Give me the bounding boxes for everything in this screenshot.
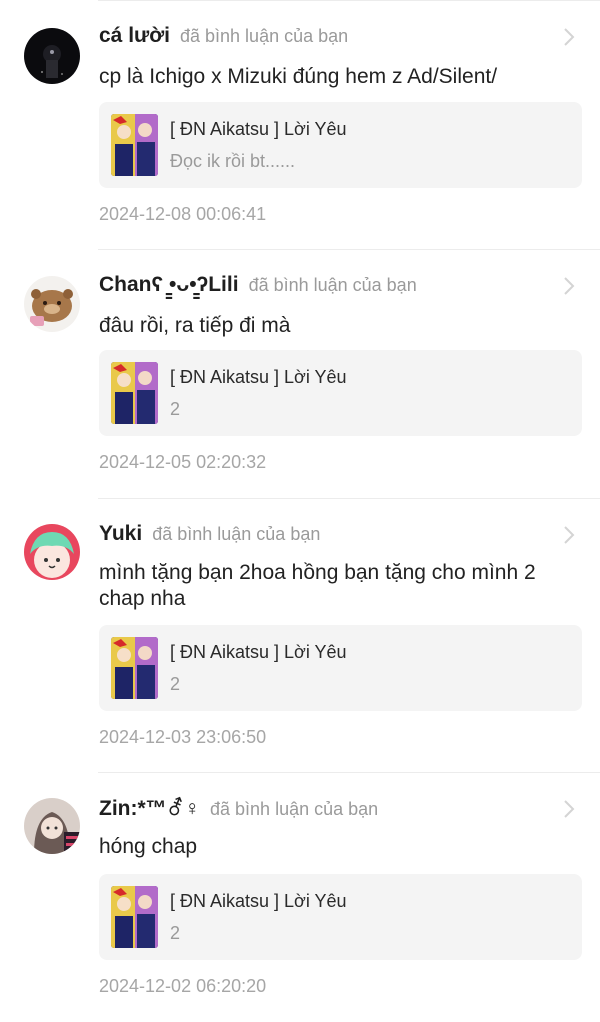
book-cover-icon	[111, 886, 158, 948]
avatar[interactable]	[24, 276, 80, 332]
action-text: đã bình luận của bạn	[210, 799, 379, 819]
name-row: Yuki đã bình luận của bạn	[99, 522, 320, 552]
story-title: [ ĐN Aikatsu ] Lời Yêu	[170, 891, 347, 911]
username[interactable]: cá lười	[99, 24, 170, 48]
username[interactable]: Zin:*™⚦♀	[99, 796, 200, 821]
divider	[98, 0, 600, 1]
timestamp: 2024-12-08 00:06:41	[99, 204, 267, 224]
avatar[interactable]	[24, 28, 80, 84]
divider	[98, 498, 600, 499]
comment-text: cp là Ichigo x Mizuki đúng hem z Ad/Sile…	[99, 65, 498, 88]
book-cover-icon	[111, 362, 158, 424]
comment-text: mình tặng bạn 2hoa hồng bạn tặng cho mìn…	[99, 561, 536, 610]
story-card[interactable]: [ ĐN Aikatsu ] Lời Yêu 2	[99, 625, 582, 711]
name-row: cá lười đã bình luận của bạn	[99, 24, 348, 54]
book-cover-icon	[111, 637, 158, 699]
name-row: Chanʕ ̳•ᴗ•̳ʔLili đã bình luận của bạn	[99, 273, 417, 303]
divider	[98, 772, 600, 773]
story-title: [ ĐN Aikatsu ] Lời Yêu	[170, 642, 347, 662]
timestamp: 2024-12-05 02:20:32	[99, 452, 267, 472]
story-snippet: Đọc ik rồi bt......	[170, 151, 296, 171]
comment-text: hóng chap	[99, 835, 198, 858]
name-row: Zin:*™⚦♀ đã bình luận của bạn	[99, 796, 378, 826]
story-title: [ ĐN Aikatsu ] Lời Yêu	[170, 367, 347, 387]
avatar[interactable]	[24, 524, 80, 580]
story-card[interactable]: [ ĐN Aikatsu ] Lời Yêu 2	[99, 350, 582, 436]
story-card[interactable]: [ ĐN Aikatsu ] Lời Yêu 2	[99, 874, 582, 960]
book-cover-icon	[111, 114, 158, 176]
action-text: đã bình luận của bạn	[152, 524, 321, 544]
story-card[interactable]: [ ĐN Aikatsu ] Lời Yêu Đọc ik rồi bt....…	[99, 102, 582, 188]
avatar[interactable]	[24, 798, 80, 854]
divider	[98, 249, 600, 250]
timestamp: 2024-12-03 23:06:50	[99, 727, 267, 747]
timestamp: 2024-12-02 06:20:20	[99, 976, 267, 996]
story-snippet: 2	[170, 923, 181, 943]
story-snippet: 2	[170, 399, 181, 419]
notification-feed: cá lười đã bình luận của bạn cp là Ichig…	[0, 0, 600, 1022]
action-text: đã bình luận của bạn	[180, 26, 349, 46]
username[interactable]: Yuki	[99, 522, 142, 546]
story-snippet: 2	[170, 674, 181, 694]
chevron-right-icon[interactable]	[562, 26, 576, 48]
comment-text: đâu rồi, ra tiếp đi mà	[99, 314, 291, 337]
chevron-right-icon[interactable]	[562, 798, 576, 820]
chevron-right-icon[interactable]	[562, 524, 576, 546]
chevron-right-icon[interactable]	[562, 275, 576, 297]
username[interactable]: Chanʕ ̳•ᴗ•̳ʔLili	[99, 273, 239, 297]
story-title: [ ĐN Aikatsu ] Lời Yêu	[170, 119, 347, 139]
action-text: đã bình luận của bạn	[248, 275, 417, 295]
